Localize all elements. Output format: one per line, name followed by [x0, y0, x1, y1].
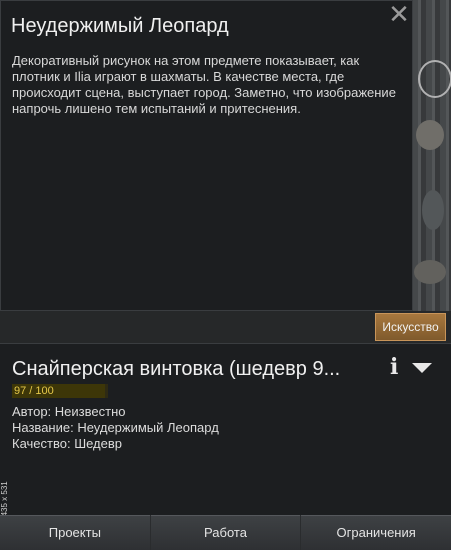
- dropdown-triangle-icon[interactable]: [412, 363, 432, 373]
- art-tab-button[interactable]: Искусство: [375, 313, 446, 341]
- art-description-window: Неудержимый Леопард ✕ Декоративный рисун…: [0, 0, 413, 311]
- name-line: Название: Неудержимый Леопард: [12, 420, 219, 435]
- map-terrain-blob: [414, 260, 446, 284]
- info-icon[interactable]: i: [390, 356, 404, 378]
- quality-line: Качество: Шедевр: [12, 436, 122, 451]
- bottom-tab-bar: Проекты Работа Ограничения: [0, 515, 451, 550]
- quality-value: 97 / 100: [14, 385, 54, 397]
- tab-restrictions[interactable]: Ограничения: [301, 515, 451, 550]
- close-icon[interactable]: ✕: [388, 1, 410, 27]
- item-details: Автор: Неизвестно Название: Неудержимый …: [12, 404, 219, 452]
- art-title: Неудержимый Леопард: [11, 15, 229, 37]
- author-line: Автор: Неизвестно: [12, 404, 126, 419]
- map-terrain-blob: [422, 190, 444, 230]
- item-title: Снайперская винтовка (шедевр 9...: [12, 358, 341, 380]
- map-terrain-blob: [416, 120, 444, 150]
- map-structure-icon: [418, 60, 451, 98]
- background-map: [412, 0, 451, 340]
- tab-work[interactable]: Работа: [150, 515, 301, 550]
- tab-projects[interactable]: Проекты: [0, 515, 150, 550]
- quality-bar: 97 / 100: [12, 384, 108, 398]
- item-info-panel: Снайперская винтовка (шедевр 9... i 97 /…: [0, 343, 451, 515]
- art-description: Декоративный рисунок на этом предмете по…: [12, 53, 396, 116]
